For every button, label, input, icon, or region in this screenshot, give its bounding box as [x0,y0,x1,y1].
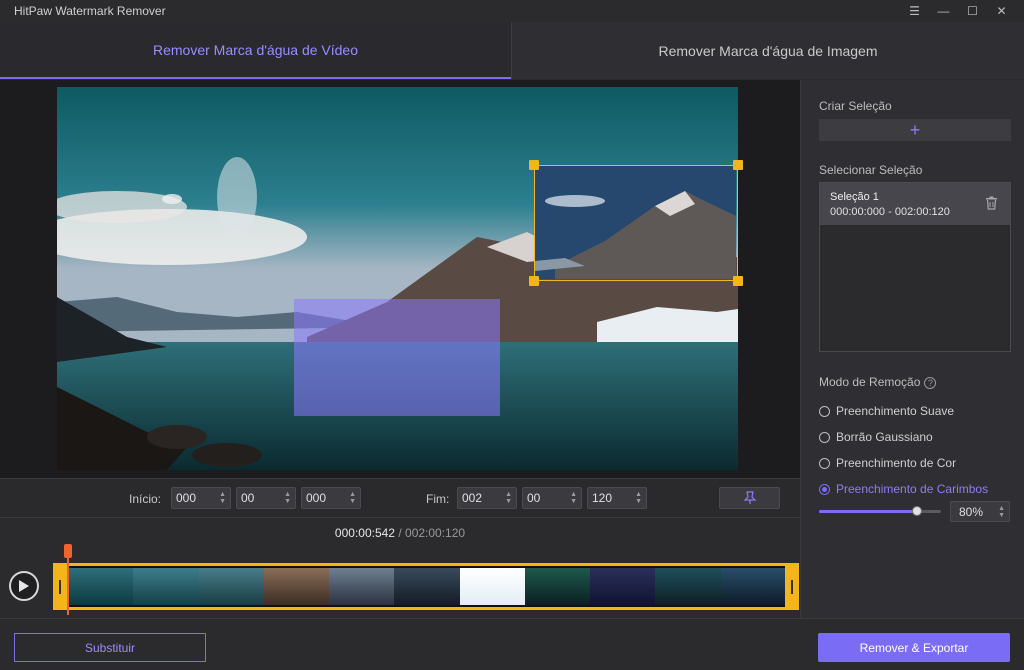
thumbnail-frame [720,568,786,605]
selection-range: 000:00:000 - 002:00:120 [830,206,950,218]
thumbnail-frame [68,568,134,605]
resize-handle-top-left[interactable] [529,160,539,170]
thumbnail-frame [133,568,199,605]
maximize-icon[interactable]: ☐ [958,0,987,22]
start-ms-value: 000 [306,491,327,505]
resize-handle-top-right[interactable] [733,160,743,170]
resize-handle-bottom-right[interactable] [733,276,743,286]
thumbnail-frame [263,568,330,605]
thumbnail-frame [590,568,656,605]
playback-time: 000:00:542 / 002:00:120 [0,526,800,540]
help-icon[interactable]: ? [924,376,937,389]
mode-label: Preenchimento Suave [836,404,955,418]
end-hours-value: 002 [462,491,483,505]
bottom-bar: Substituir Remover & Exportar [0,618,1024,670]
selection-name: Seleção 1 [830,191,879,203]
total-time: 002:00:120 [405,526,466,540]
window-controls: ☰ — ☐ ✕ [900,0,1016,22]
thumbnail-frame [198,568,264,605]
end-ms-value: 120 [592,491,613,505]
thumbnail-frame [329,568,395,605]
opacity-percent-input[interactable]: 80% ▲ ▼ [950,501,1010,522]
mode-label: Borrão Gaussiano [836,430,933,444]
end-time-label: Fim: [426,492,450,506]
selection-list: Seleção 1 000:00:000 - 002:00:120 [819,182,1011,352]
start-time-label: Início: [129,492,162,506]
mode-option-stamp-fill[interactable]: Preenchimento de Carimbos [819,482,988,496]
close-icon[interactable]: ✕ [987,0,1016,22]
thumbnail-frame [459,568,525,605]
removal-mode-label: Modo de Remoção? [819,375,937,389]
opacity-slider[interactable] [819,506,941,516]
radio-icon[interactable] [819,457,830,469]
current-time: 000:00:542 [334,526,395,540]
watermark-removal-area[interactable] [294,299,500,416]
time-range-row: Início: 000 ▲ ▼ 00 ▲ ▼ 000 ▲ ▼ Fim: 002 ▲ ▼ … [0,478,800,518]
opacity-value: 80% [959,504,984,519]
slider-knob[interactable] [911,506,922,516]
start-hours-value: 000 [176,491,197,505]
thumbnail-frame [394,568,460,605]
selection-box[interactable] [529,160,743,286]
time-separator: / [398,526,402,540]
tab-image-watermark[interactable]: Remover Marca d'água de Imagem [511,22,1024,79]
thumbnail-frames [68,568,786,605]
trash-icon[interactable] [985,196,998,213]
spin-arrows-icon[interactable]: ▲ ▼ [505,491,512,505]
start-minutes-value: 00 [241,491,255,505]
video-preview [0,80,800,478]
mode-label: Preenchimento de Cor [836,456,957,470]
trim-handle-end[interactable] [785,563,799,610]
radio-icon[interactable] [819,405,830,417]
start-ms-input[interactable]: 000 ▲ ▼ [301,487,361,509]
plus-icon: + [909,119,921,140]
end-hours-input[interactable]: 002 ▲ ▼ [457,487,517,509]
replace-button[interactable]: Substituir [14,633,206,662]
playhead-line [67,558,69,615]
mode-option-color-fill[interactable]: Preenchimento de Cor [819,456,956,470]
selection-item[interactable]: Seleção 1 000:00:000 - 002:00:120 [820,183,1010,225]
playhead-marker[interactable] [64,544,72,558]
removal-mode-text: Modo de Remoção [819,375,921,389]
start-minutes-input[interactable]: 00 ▲ ▼ [236,487,296,509]
add-selection-button[interactable]: + [819,119,1011,141]
minimize-icon[interactable]: — [929,0,958,22]
mode-option-smooth-fill[interactable]: Preenchimento Suave [819,404,954,418]
end-minutes-value: 00 [527,491,541,505]
end-ms-input[interactable]: 120 ▲ ▼ [587,487,647,509]
play-button[interactable] [9,571,39,601]
mode-tabs: Remover Marca d'água de Vídeo Remover Ma… [0,22,1024,79]
spin-arrows-icon[interactable]: ▲ ▼ [219,491,226,505]
pin-icon [743,491,756,504]
right-panel: Criar Seleção + Selecionar Seleção Seleç… [800,80,1024,618]
select-selection-label: Selecionar Seleção [819,163,923,177]
mode-option-gaussian-blur[interactable]: Borrão Gaussiano [819,430,933,444]
start-hours-input[interactable]: 000 ▲ ▼ [171,487,231,509]
play-icon [19,580,29,592]
timeline-strip[interactable] [53,563,798,610]
spin-arrows-icon[interactable]: ▲ ▼ [284,491,291,505]
end-minutes-input[interactable]: 00 ▲ ▼ [522,487,582,509]
thumbnail-frame [655,568,721,605]
spin-arrows-icon[interactable]: ▲ ▼ [998,505,1005,519]
create-selection-label: Criar Seleção [819,99,892,113]
selection-preview-image [535,166,736,279]
radio-icon[interactable] [819,431,830,443]
thumbnail-frame [524,568,591,605]
pin-button[interactable] [719,487,780,509]
radio-checked-icon[interactable] [819,483,830,495]
spin-arrows-icon[interactable]: ▲ ▼ [635,491,642,505]
timeline-area: 000:00:542 / 002:00:120 [0,518,800,618]
slider-fill [819,510,917,513]
menu-icon[interactable]: ☰ [900,0,929,22]
mode-label: Preenchimento de Carimbos [836,482,989,496]
resize-handle-bottom-left[interactable] [529,276,539,286]
tab-video-watermark[interactable]: Remover Marca d'água de Vídeo [0,22,511,79]
trim-handle-start[interactable] [53,563,67,610]
title-bar: HitPaw Watermark Remover ☰ — ☐ ✕ [0,0,1024,22]
app-title: HitPaw Watermark Remover [14,4,166,18]
spin-arrows-icon[interactable]: ▲ ▼ [349,491,356,505]
spin-arrows-icon[interactable]: ▲ ▼ [570,491,577,505]
remove-export-button[interactable]: Remover & Exportar [818,633,1010,662]
